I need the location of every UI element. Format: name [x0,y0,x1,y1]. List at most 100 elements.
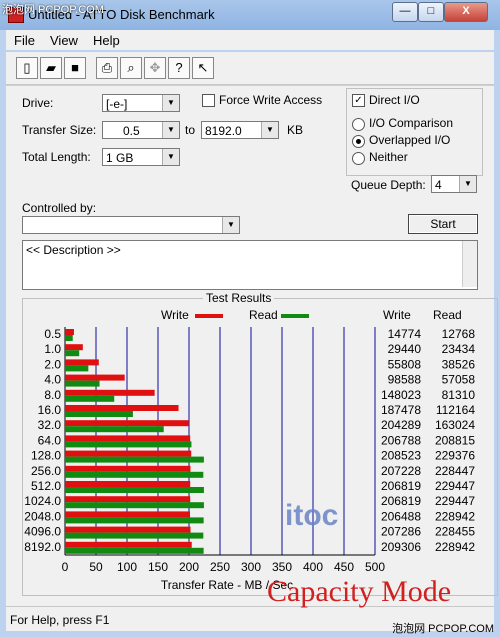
title-bar[interactable]: Untitled - ATTO Disk Benchmark 泡泡网 PCPOP… [0,0,500,30]
description-text: << Description >> [26,243,121,257]
write-value: 208523 [381,449,421,463]
pcpop-footer-watermark: 泡泡网 PCPOP.COM [392,623,494,635]
write-value: 206788 [381,433,421,447]
close-button[interactable]: X [444,2,488,22]
drive-select[interactable]: [-e-] ▼ [102,94,180,112]
force-write-checkbox[interactable] [202,94,215,107]
read-bar [65,335,73,341]
menu-bar: File View Help [6,30,494,50]
maximize-button[interactable]: □ [418,2,444,22]
read-value: 228447 [435,464,475,478]
pcpop-watermark: 泡泡网 PCPOP.COM [2,4,104,16]
capacity-mode-overlay: Capacity Mode [267,575,452,608]
io-comparison-radio[interactable] [352,118,365,131]
menu-help[interactable]: Help [93,33,120,48]
direct-io-label: Direct I/O [369,93,420,107]
y-tick-label: 1024.0 [24,494,61,508]
to-label: to [185,123,196,137]
write-value: 14774 [388,327,422,341]
x-tick-label: 300 [241,560,261,574]
read-bar [65,426,164,433]
drive-value: [-e-] [106,97,128,111]
x-tick-label: 450 [334,560,354,574]
description-scrollbar[interactable] [462,241,477,287]
y-tick-label: 64.0 [38,433,62,447]
app-window: Untitled - ATTO Disk Benchmark 泡泡网 PCPOP… [0,0,500,637]
total-length-label: Total Length: [22,150,91,164]
read-value: 228942 [435,540,475,554]
x-tick-label: 350 [272,560,292,574]
transfer-size-label: Transfer Size: [22,123,97,137]
start-button[interactable]: Start [408,214,478,234]
chevron-down-icon: ▼ [162,122,179,138]
print-preview-icon[interactable]: ⌕ [120,57,142,79]
y-tick-label: 8192.0 [24,540,61,554]
y-tick-label: 8.0 [44,388,61,402]
read-value: 57058 [442,373,476,387]
io-comparison-label: I/O Comparison [369,116,454,130]
open-icon[interactable]: ▰ [40,57,62,79]
print-icon[interactable]: ⎙ [96,57,118,79]
read-bar [65,532,204,539]
write-bar [65,420,189,427]
help-icon[interactable]: ? [168,57,190,79]
y-tick-label: 2.0 [44,357,61,371]
y-tick-label: 0.5 [44,327,61,341]
kb-label: KB [287,123,304,137]
read-value: 38526 [442,357,476,371]
read-value: 208815 [435,433,475,447]
write-bar [65,329,74,335]
move-icon[interactable]: ✥ [144,57,166,79]
queue-depth-select[interactable]: 4 ▼ [431,175,477,193]
write-value: 207286 [381,525,421,539]
overlapped-io-radio[interactable] [352,135,365,148]
transfer-from-select[interactable]: 0.5 ▼ [102,121,180,139]
neither-radio[interactable] [352,152,365,165]
new-icon[interactable]: ▯ [16,57,38,79]
drive-label: Drive: [22,96,54,110]
write-bar [65,496,191,503]
write-value: 206488 [381,509,421,523]
test-results-group: Test Results Write Read Write Read 0.5 1.… [22,291,498,596]
menu-file[interactable]: File [14,33,35,48]
total-length-select[interactable]: 1 GB ▼ [102,148,180,166]
read-bar [65,350,80,357]
chevron-down-icon: ▼ [222,217,239,233]
x-tick-label: 500 [365,560,385,574]
queue-depth-label: Queue Depth: [351,178,426,192]
write-bar [65,405,179,411]
chevron-down-icon: ▼ [162,149,179,165]
read-bar [65,441,192,448]
minimize-button[interactable]: — [392,2,418,22]
chevron-down-icon: ▼ [162,95,179,111]
transfer-to-value: 8192.0 [205,124,242,138]
description-textarea[interactable]: << Description >> [22,240,478,290]
x-tick-label: 100 [117,560,137,574]
chevron-down-icon: ▼ [459,176,476,192]
read-bar [65,365,89,372]
save-icon[interactable]: ■ [64,57,86,79]
transfer-to-select[interactable]: 8192.0 ▼ [201,121,279,139]
write-bar [65,344,83,351]
main-panel: Drive: [-e-] ▼ Force Write Access ✓ Dire… [6,86,498,606]
read-bar [65,547,204,554]
chevron-down-icon: ▼ [261,122,278,138]
menu-view[interactable]: View [50,33,78,48]
x-tick-label: 250 [210,560,230,574]
controlled-by-select[interactable]: ▼ [22,216,240,234]
direct-io-checkbox[interactable]: ✓ [352,94,365,107]
context-help-icon[interactable]: ↖ [192,57,214,79]
itoc-logo: itoc [285,499,338,532]
y-tick-label: 4.0 [44,373,61,387]
write-bar [65,359,99,366]
write-value: 29440 [388,342,422,356]
read-value: 229447 [435,479,475,493]
write-bar [65,465,191,472]
status-text: For Help, press F1 [10,613,110,627]
write-value: 55808 [388,357,422,371]
write-value: 204289 [381,418,421,432]
read-value: 229447 [435,494,475,508]
read-value: 12768 [442,327,476,341]
read-bar [65,502,204,509]
transfer-from-value: 0.5 [123,124,140,138]
